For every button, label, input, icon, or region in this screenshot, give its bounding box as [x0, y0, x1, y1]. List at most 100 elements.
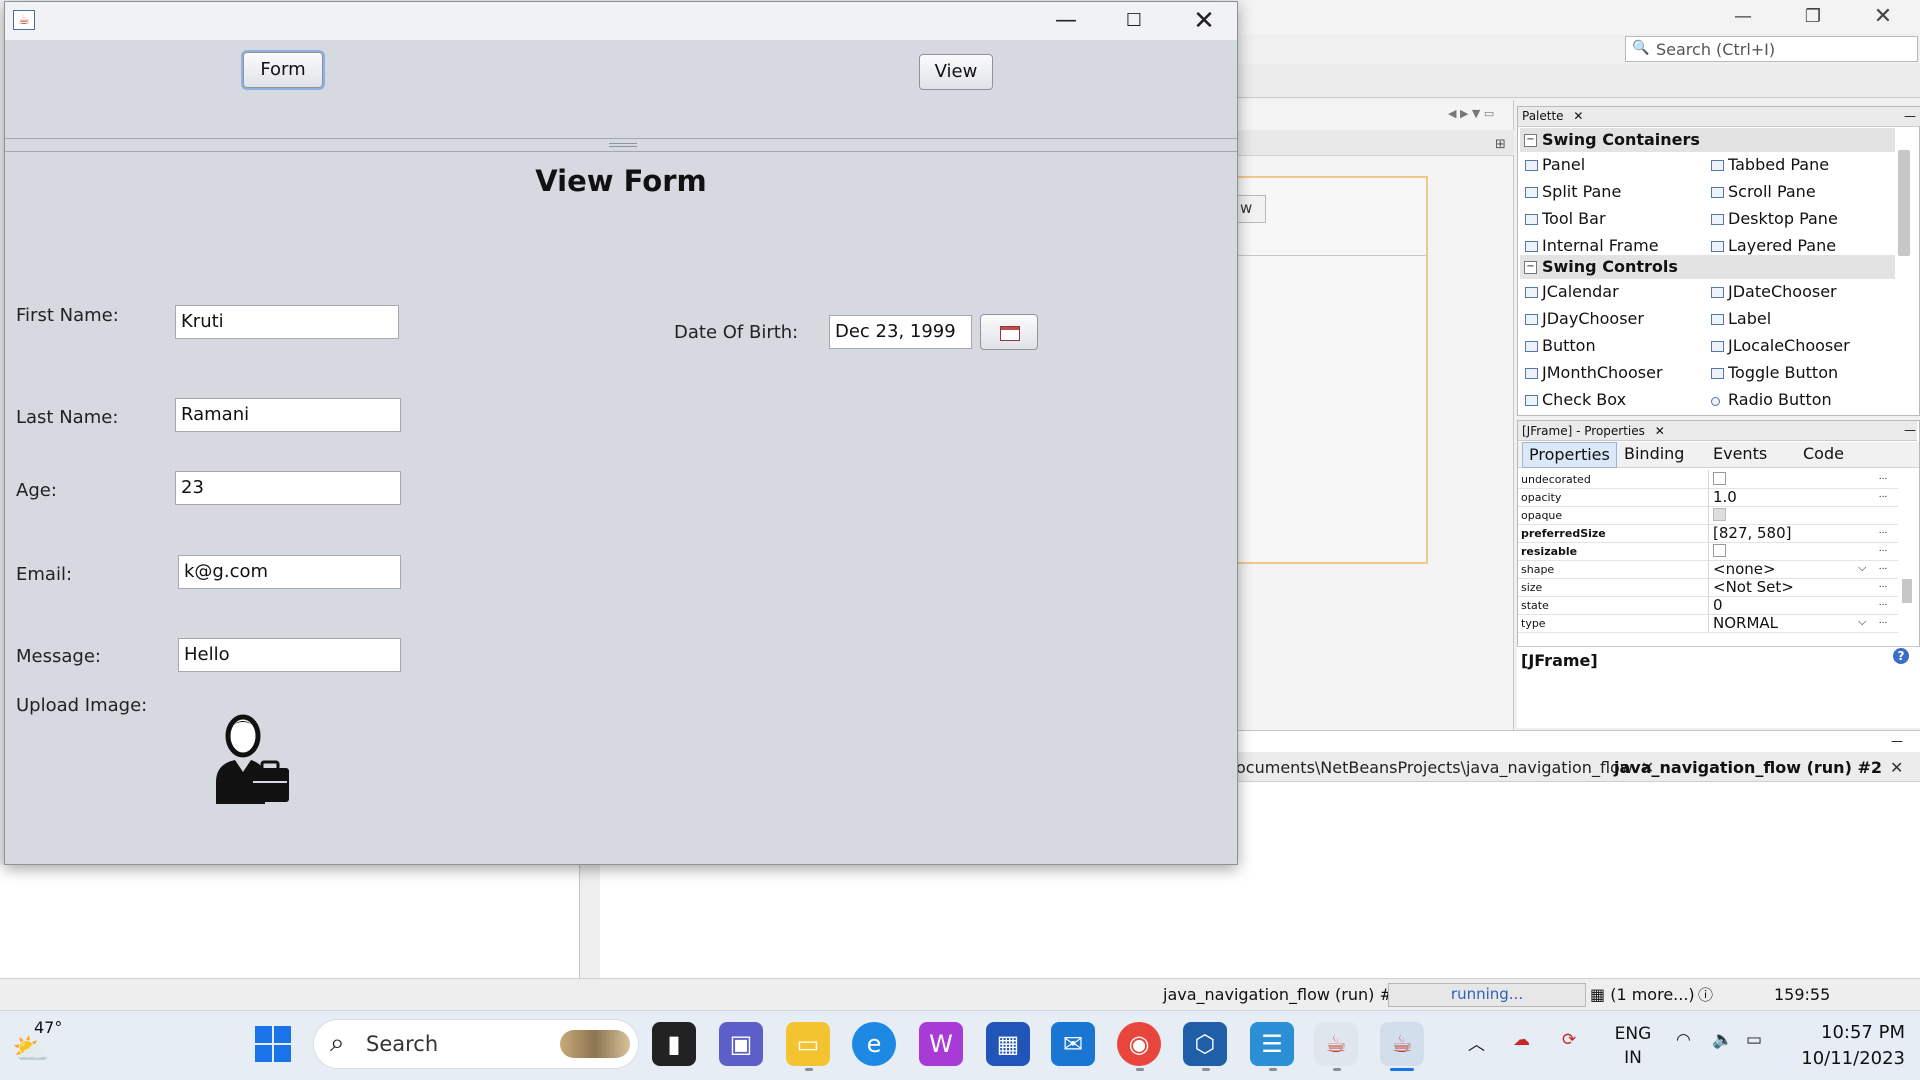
- close-icon[interactable]: ✕: [1655, 424, 1665, 438]
- property-checkbox[interactable]: [1708, 470, 1875, 488]
- mail-icon[interactable]: ✉: [1051, 1022, 1095, 1066]
- palette-scrollbar[interactable]: [1898, 150, 1910, 256]
- output-tab-run[interactable]: java_navigation_flow (run) #2 ✕: [1614, 758, 1903, 777]
- property-checkbox[interactable]: [1708, 542, 1875, 560]
- ellipsis-button[interactable]: ...: [1876, 526, 1890, 539]
- battery-icon[interactable]: ▭: [1746, 1030, 1762, 1050]
- design-preview-button[interactable]: w: [1236, 195, 1266, 223]
- sync-icon[interactable]: ⟳: [1562, 1030, 1576, 1050]
- volume-icon[interactable]: 🔈: [1712, 1030, 1733, 1050]
- calendar-button[interactable]: [980, 314, 1038, 350]
- form-button[interactable]: Form: [243, 52, 323, 88]
- file-explorer-icon[interactable]: ▭: [786, 1022, 830, 1066]
- collapse-icon[interactable]: −: [1524, 134, 1537, 147]
- palette-item-jdatechooser[interactable]: JDateChooser: [1706, 279, 1837, 305]
- java-icon[interactable]: ☕: [1314, 1022, 1358, 1066]
- palette-section-header[interactable]: − Swing Containers: [1520, 128, 1895, 152]
- ellipsis-button[interactable]: ...: [1876, 562, 1890, 575]
- help-icon[interactable]: ?: [1893, 648, 1909, 664]
- property-checkbox[interactable]: [1708, 506, 1875, 524]
- properties-tab[interactable]: [JFrame] - Properties ✕: [1518, 421, 1917, 441]
- onedrive-error-icon[interactable]: ☁: [1513, 1030, 1530, 1050]
- wifi-icon[interactable]: ◠: [1676, 1030, 1691, 1050]
- tab-properties[interactable]: Properties: [1522, 442, 1617, 468]
- ellipsis-button[interactable]: ...: [1876, 598, 1890, 611]
- output-tab-path[interactable]: ocuments\NetBeansProjects\java_navigatio…: [1236, 758, 1654, 777]
- palette-item-button[interactable]: Button: [1520, 333, 1596, 359]
- palette-item-panel[interactable]: Panel: [1520, 152, 1585, 178]
- property-row[interactable]: type NORMAL ⌵...: [1518, 614, 1898, 633]
- property-dropdown[interactable]: NORMAL: [1708, 614, 1875, 632]
- palette-item-check-box[interactable]: Check Box: [1520, 387, 1626, 413]
- ellipsis-button[interactable]: ...: [1876, 544, 1890, 557]
- editor-nav-arrows-icon[interactable]: ◀ ▶ ▼ ▭: [1448, 107, 1494, 120]
- property-row[interactable]: preferredSize [827, 580]...: [1518, 524, 1898, 543]
- palette-item-scroll-pane[interactable]: Scroll Pane: [1706, 179, 1816, 205]
- notepad-icon[interactable]: ☰: [1250, 1022, 1294, 1066]
- dob-date-field[interactable]: Dec 23, 1999: [829, 315, 972, 349]
- taskbar-search[interactable]: ⌕ Search: [313, 1019, 639, 1069]
- property-row[interactable]: undecorated...: [1518, 470, 1898, 489]
- editor-expand-icon[interactable]: ⊞: [1495, 137, 1506, 152]
- tab-code[interactable]: Code: [1797, 442, 1850, 466]
- message-field[interactable]: Hello: [178, 638, 401, 672]
- palette-item-split-pane[interactable]: Split Pane: [1520, 179, 1621, 205]
- close-icon[interactable]: ✕: [1890, 758, 1903, 777]
- property-row[interactable]: opacity 1.0...: [1518, 488, 1898, 507]
- user-avatar-icon[interactable]: [213, 710, 305, 806]
- microsoft-store-icon[interactable]: ▦: [986, 1022, 1030, 1066]
- palette-item-desktop-pane[interactable]: Desktop Pane: [1706, 206, 1838, 232]
- collapse-icon[interactable]: −: [1524, 261, 1537, 274]
- email-field[interactable]: k@g.com: [178, 555, 401, 589]
- ellipsis-button[interactable]: ...: [1876, 580, 1890, 593]
- chevron-up-icon[interactable]: ︿: [1468, 1030, 1485, 1055]
- virtualbox-icon[interactable]: ⬡: [1183, 1022, 1227, 1066]
- teams-chat-icon[interactable]: ▣: [719, 1022, 763, 1066]
- chevron-down-icon[interactable]: ⌵: [1858, 615, 1866, 629]
- notification-icon[interactable]: ⓘ: [1698, 984, 1713, 1005]
- weather-widget[interactable]: ⛅ 47°: [12, 1018, 72, 1068]
- language-indicator[interactable]: ENG IN: [1611, 1022, 1655, 1070]
- minimize-icon[interactable]: —: [1033, 2, 1099, 40]
- property-row[interactable]: opaque: [1518, 506, 1898, 525]
- property-value[interactable]: 1.0: [1708, 488, 1875, 506]
- palette-item-jlocalechooser[interactable]: JLocaleChooser: [1706, 333, 1850, 359]
- ide-search-input[interactable]: 🔍 Search (Ctrl+I): [1625, 36, 1918, 62]
- palette-item-tabbed-pane[interactable]: Tabbed Pane: [1706, 152, 1829, 178]
- design-frame-preview[interactable]: [1236, 176, 1428, 564]
- property-value[interactable]: 0: [1708, 596, 1875, 614]
- system-clock[interactable]: 10:57 PM 10/11/2023: [1775, 1020, 1905, 1072]
- palette-item-toggle-button[interactable]: Toggle Button: [1706, 360, 1838, 386]
- minimize-panel-icon[interactable]: —: [1904, 109, 1916, 123]
- maximize-icon[interactable]: ☐: [1101, 2, 1167, 40]
- task-view-icon[interactable]: ▮: [652, 1022, 696, 1066]
- ellipsis-button[interactable]: ...: [1876, 490, 1890, 503]
- drag-handle-icon[interactable]: [609, 143, 637, 147]
- ellipsis-button[interactable]: ...: [1876, 472, 1890, 485]
- edge-browser-icon[interactable]: e: [852, 1022, 896, 1066]
- close-icon[interactable]: ✕: [1573, 109, 1583, 123]
- property-dropdown[interactable]: <none>: [1708, 560, 1875, 578]
- chevron-down-icon[interactable]: ⌵: [1858, 561, 1866, 575]
- properties-scrollbar[interactable]: [1902, 579, 1912, 603]
- palette-section-header[interactable]: − Swing Controls: [1520, 255, 1895, 279]
- property-row[interactable]: state 0...: [1518, 596, 1898, 615]
- palette-item-jdaychooser[interactable]: JDayChooser: [1520, 306, 1644, 332]
- tab-binding[interactable]: Binding: [1618, 442, 1690, 466]
- property-row[interactable]: resizable...: [1518, 542, 1898, 561]
- java-app-active-icon[interactable]: ☕: [1380, 1022, 1424, 1066]
- palette-item-tool-bar[interactable]: Tool Bar: [1520, 206, 1606, 232]
- minimize-panel-icon[interactable]: —: [1904, 423, 1916, 437]
- palette-item-radio-button[interactable]: Radio Button: [1706, 387, 1832, 413]
- chrome-browser-icon[interactable]: ◉: [1117, 1022, 1161, 1066]
- property-value[interactable]: <Not Set>: [1708, 578, 1875, 596]
- minimize-panel-icon[interactable]: —: [1891, 734, 1903, 748]
- last-name-field[interactable]: Ramani: [175, 398, 401, 432]
- property-value[interactable]: [827, 580]: [1708, 524, 1875, 542]
- ellipsis-button[interactable]: ...: [1876, 616, 1890, 629]
- windows-start-icon[interactable]: [253, 1024, 293, 1064]
- first-name-field[interactable]: Kruti: [175, 305, 399, 339]
- view-button[interactable]: View: [919, 54, 993, 90]
- ide-minimize-icon[interactable]: —: [1718, 0, 1768, 34]
- palette-item-label[interactable]: Label: [1706, 306, 1771, 332]
